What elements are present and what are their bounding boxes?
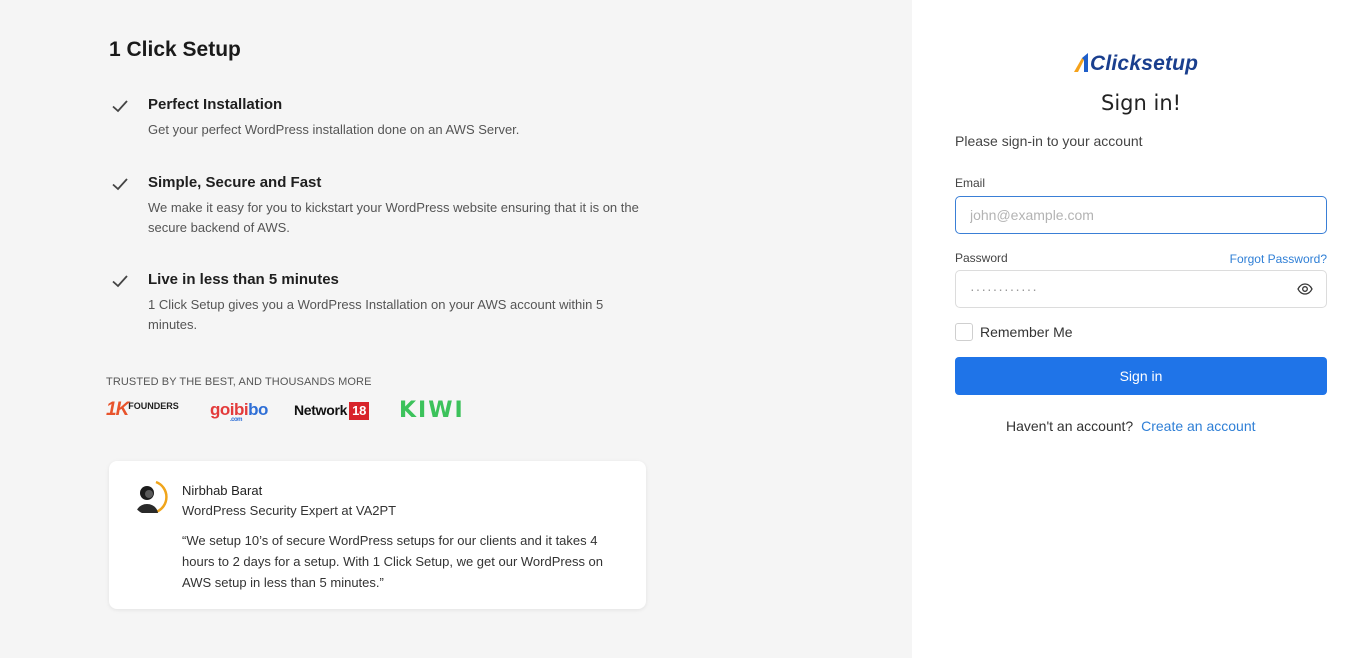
remember-me-checkbox[interactable] bbox=[955, 323, 973, 341]
testimonial-name: Nirbhab Barat bbox=[182, 483, 263, 498]
feature-title: Perfect Installation bbox=[148, 96, 283, 113]
testimonial-role: WordPress Security Expert at VA2PT bbox=[182, 503, 397, 518]
feature-title: Simple, Secure and Fast bbox=[148, 174, 322, 191]
create-account-link[interactable]: Create an account bbox=[1141, 418, 1255, 434]
password-input[interactable] bbox=[955, 270, 1327, 308]
sign-in-button[interactable]: Sign in bbox=[955, 357, 1327, 395]
feature-description: We make it easy for you to kickstart you… bbox=[148, 200, 639, 235]
email-label: Email bbox=[955, 176, 986, 190]
feature-description: 1 Click Setup gives you a WordPress Inst… bbox=[148, 297, 604, 332]
create-account-prompt: Haven't an account? Create an account bbox=[1006, 418, 1256, 434]
signin-title: Sign in! bbox=[1101, 91, 1182, 115]
1k-founders-logo: 1KFOUNDERS bbox=[106, 399, 179, 420]
left-panel: 1 Click Setup Perfect Installation Get y… bbox=[0, 0, 912, 658]
testimonial-quote: “We setup 10’s of secure WordPress setup… bbox=[182, 533, 604, 590]
no-account-text: Haven't an account? bbox=[1006, 418, 1134, 434]
remember-me-label[interactable]: Remember Me bbox=[980, 324, 1073, 340]
clicksetup-logo-icon bbox=[1074, 53, 1088, 72]
trusted-by-label: TRUSTED BY THE BEST, AND THOUSANDS MORE bbox=[106, 376, 372, 388]
forgot-password-link[interactable]: Forgot Password? bbox=[1230, 252, 1327, 266]
check-icon bbox=[112, 100, 128, 113]
eye-icon[interactable] bbox=[1297, 281, 1313, 297]
signin-subtitle: Please sign-in to your account bbox=[955, 133, 1143, 149]
feature-title: Live in less than 5 minutes bbox=[148, 271, 339, 288]
password-label: Password bbox=[955, 251, 1008, 265]
goibibo-logo: goibibo .com bbox=[210, 400, 268, 423]
feature-description: Get your perfect WordPress installation … bbox=[148, 122, 520, 137]
network18-logo: Network 18 bbox=[294, 402, 370, 420]
email-input[interactable] bbox=[955, 196, 1327, 234]
check-icon bbox=[112, 178, 128, 191]
testimonial-card: Nirbhab Barat WordPress Security Expert … bbox=[109, 461, 646, 609]
brand-name: Clicksetup bbox=[1090, 52, 1199, 75]
avatar bbox=[132, 479, 168, 515]
check-icon bbox=[112, 275, 128, 288]
kiwi-logo: KIWI bbox=[399, 398, 465, 423]
page-title: 1 Click Setup bbox=[109, 38, 241, 61]
